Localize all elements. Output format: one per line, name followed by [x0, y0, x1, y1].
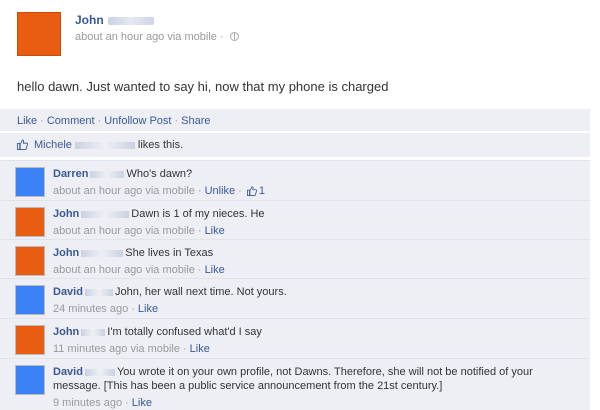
liker-name[interactable]: Michele [34, 139, 72, 151]
like-comment-link[interactable]: Like [132, 397, 152, 409]
comment-like-count[interactable]: 1 [259, 185, 265, 197]
share-link[interactable]: Share [181, 115, 210, 127]
comment-line: John She lives in Texas [53, 246, 578, 260]
comment-author[interactable]: David [53, 286, 115, 298]
comment-meta: about an hour ago via mobile · Like [53, 224, 578, 238]
redacted-surname [81, 328, 106, 336]
comment-body: John She lives in Texas about an hour ago … [53, 246, 578, 277]
comment-item: David You wrote it on your own profile, n… [0, 358, 590, 410]
post-meta: about an hour ago via mobile · [75, 31, 239, 43]
comment-line: Darren Who's dawn? [53, 167, 578, 181]
thumbs-up-icon [17, 139, 28, 150]
likes-summary: Michele likes this. [0, 133, 590, 157]
meta-separator: · [238, 185, 242, 197]
comment-author[interactable]: Darren [53, 168, 126, 180]
comment-timestamp[interactable]: 9 minutes ago [53, 397, 122, 409]
meta-separator: · [219, 31, 224, 43]
comment-meta: about an hour ago via mobile · Like [53, 263, 578, 277]
comment-body: David You wrote it on your own profile, n… [53, 365, 578, 410]
post-timestamp[interactable]: about an hour ago via mobile [75, 31, 217, 43]
comment-meta: 9 minutes ago · Like [53, 396, 578, 410]
comment-item: Darren Who's dawn? about an hour ago via m… [0, 160, 590, 200]
likes-suffix: likes this. [137, 139, 184, 151]
like-comment-link[interactable]: Like [190, 343, 210, 355]
comment-text: She lives in Texas [125, 247, 214, 259]
post-text: hello dawn. Just wanted to say hi, now t… [17, 79, 389, 94]
comment-timestamp[interactable]: about an hour ago via mobile [53, 185, 195, 197]
post-author-name[interactable]: John [75, 13, 154, 27]
post-author-avatar[interactable] [17, 12, 61, 56]
comment-line: David John, her wall next time. Not yours… [53, 285, 578, 299]
commenter-avatar[interactable] [15, 325, 45, 355]
comment-line: John Dawn is 1 of my nieces. He [53, 207, 578, 221]
comment-line: David You wrote it on your own profile, n… [53, 365, 578, 393]
comment-meta: 24 minutes ago · Like [53, 302, 578, 316]
comment-text: I'm totally confused what'd I say [107, 326, 262, 338]
thumbs-up-icon[interactable] [246, 186, 257, 196]
meta-separator: · [197, 225, 202, 237]
meta-separator: · [197, 264, 202, 276]
comment-item: John I'm totally confused what'd I say 11 … [0, 318, 590, 358]
comment-author[interactable]: John [53, 247, 125, 259]
meta-separator: · [182, 343, 187, 355]
comment-author[interactable]: David [53, 366, 117, 378]
meta-separator: · [125, 397, 129, 409]
redacted-surname [90, 170, 125, 178]
meta-separator: · [197, 185, 202, 197]
comment-text: John, her wall next time. Not yours. [114, 286, 287, 298]
comment-text: Dawn is 1 of my nieces. He [131, 208, 265, 220]
comment-author[interactable]: John [53, 208, 131, 220]
commenter-avatar[interactable] [15, 285, 45, 315]
redacted-surname [74, 141, 135, 149]
comment-body: Darren Who's dawn? about an hour ago via m… [53, 167, 578, 198]
commenter-avatar[interactable] [15, 207, 45, 237]
comment-meta: about an hour ago via mobile · Unlike · 1 [53, 184, 578, 198]
commenter-avatar[interactable] [15, 246, 45, 276]
comment-text: You wrote it on your own profile, not Da… [53, 366, 533, 392]
comment-timestamp[interactable]: about an hour ago via mobile [53, 225, 195, 237]
comment-timestamp[interactable]: about an hour ago via mobile [53, 264, 195, 276]
post-header: John about an hour ago via mobile · [17, 12, 587, 62]
comment-body: John I'm totally confused what'd I say 11 … [53, 325, 578, 356]
comment-meta: 11 minutes ago via mobile · Like [53, 342, 578, 356]
globe-icon [229, 32, 239, 41]
redacted-surname [107, 16, 154, 25]
comment-timestamp[interactable]: 24 minutes ago [53, 303, 128, 315]
unlike-comment-link[interactable]: Unlike [205, 185, 236, 197]
meta-separator: · [131, 303, 135, 315]
comment-body: David John, her wall next time. Not yours… [53, 285, 578, 316]
comment-item: John Dawn is 1 of my nieces. He about an h… [0, 200, 590, 239]
unfollow-post-link[interactable]: Unfollow Post [104, 115, 171, 127]
redacted-surname [84, 368, 115, 376]
like-link[interactable]: Like [17, 115, 37, 127]
comment-line: John I'm totally confused what'd I say [53, 325, 578, 339]
like-comment-link[interactable]: Like [205, 264, 225, 276]
comment-author[interactable]: John [53, 326, 107, 338]
comment-text: Who's dawn? [126, 168, 193, 180]
redacted-surname [81, 210, 130, 218]
like-comment-link[interactable]: Like [205, 225, 225, 237]
comment-item: John She lives in Texas about an hour ago … [0, 239, 590, 278]
comment-timestamp[interactable]: 11 minutes ago via mobile [53, 343, 180, 355]
redacted-surname [81, 249, 124, 257]
comment-body: John Dawn is 1 of my nieces. He about an h… [53, 207, 578, 238]
like-comment-link[interactable]: Like [138, 303, 158, 315]
post-action-bar: Like · Comment · Unfollow Post · Share [0, 109, 590, 131]
commenter-avatar[interactable] [15, 365, 45, 395]
comment-item: David John, her wall next time. Not yours… [0, 278, 590, 318]
comment-link[interactable]: Comment [47, 115, 95, 127]
commenter-avatar[interactable] [15, 167, 45, 197]
redacted-surname [84, 288, 113, 296]
